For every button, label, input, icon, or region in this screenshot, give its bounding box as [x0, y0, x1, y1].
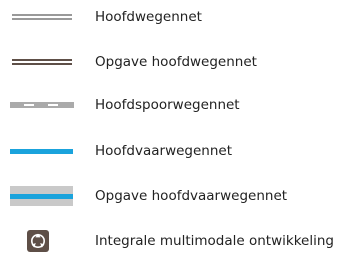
map-legend: Hoofdwegennet Opgave hoofdwegennet Hoofd… [0, 0, 352, 256]
legend-item-opgave-hoofdvaarwegennet: Opgave hoofdvaarwegennet [0, 181, 352, 211]
legend-item-label: Hoofdspoorwegennet [95, 97, 240, 113]
legend-item-label: Hoofdwegennet [95, 9, 202, 25]
legend-item-label: Hoofdvaarwegennet [95, 143, 233, 159]
legend-item-label: Opgave hoofdvaarwegennet [95, 188, 288, 204]
legend-item-label: Opgave hoofdwegennet [95, 54, 257, 70]
grey-double-line-icon [12, 14, 72, 20]
legend-item-opgave-hoofdwegennet: Opgave hoofdwegennet [0, 47, 352, 77]
blue-waterway-line-icon [10, 149, 73, 154]
blue-line-on-grey-band-icon [10, 186, 73, 206]
multimodal-development-icon [27, 230, 49, 252]
legend-item-hoofdspoorwegennet: Hoofdspoorwegennet [0, 90, 352, 120]
legend-item-hoofdwegennet: Hoofdwegennet [0, 2, 352, 32]
brown-double-line-icon [12, 59, 72, 65]
legend-item-hoofdvaarwegennet: Hoofdvaarwegennet [0, 136, 352, 166]
legend-item-integrale-multimodale-ontwikkeling: Integrale multimodale ontwikkeling [0, 226, 352, 256]
legend-item-label: Integrale multimodale ontwikkeling [95, 233, 334, 249]
dashed-rail-line-icon [10, 102, 74, 108]
